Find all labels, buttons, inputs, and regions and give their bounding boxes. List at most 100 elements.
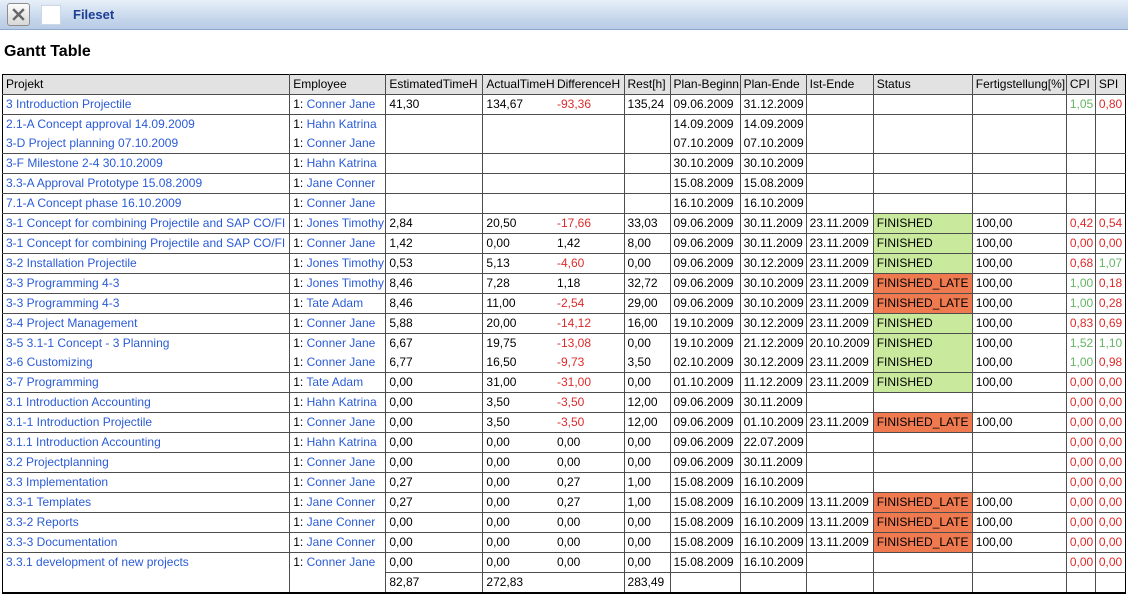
employee-link[interactable]: Conner Jane — [307, 336, 376, 350]
employee-link[interactable]: Conner Jane — [307, 475, 376, 489]
cell-projekt: 7.1-A Concept phase 16.10.2009 — [3, 194, 290, 214]
portlet-titlebar: Fileset — [0, 0, 1128, 30]
cell-plan-ende: 21.12.2009 — [740, 334, 806, 354]
employee-link[interactable]: Jones Timothy — [307, 216, 384, 230]
cell-cpi: 1,52 — [1066, 334, 1095, 354]
employee-link[interactable]: Jane Conner — [307, 535, 376, 549]
cell-differenceh: 0,00 — [554, 433, 624, 453]
employee-link[interactable]: Hahn Katrina — [307, 117, 377, 131]
cell-ist-ende: 13.11.2009 — [806, 493, 873, 513]
project-link[interactable]: 3-4 Project Management — [6, 316, 137, 330]
project-link[interactable]: 3.3-2 Reports — [6, 515, 79, 529]
table-row: 3.1 Introduction Accounting1: Hahn Katri… — [3, 393, 1126, 413]
employee-link[interactable]: Conner Jane — [307, 136, 376, 150]
cell-fertigstellung — [972, 174, 1066, 194]
employee-number: 1: — [293, 216, 306, 230]
project-link[interactable]: 3.1.1 Introduction Accounting — [6, 435, 161, 449]
project-link[interactable]: 3-1 Concept for combining Projectile and… — [6, 216, 285, 230]
project-link[interactable]: 3-1 Concept for combining Projectile and… — [6, 236, 285, 250]
cell-ist-ende: 23.11.2009 — [806, 294, 873, 314]
cell-status: FINISHED — [873, 214, 972, 234]
cell-fertigstellung: 100,00 — [972, 493, 1066, 513]
table-row: 3-1 Concept for combining Projectile and… — [3, 234, 1126, 254]
project-link[interactable]: 3.3 Implementation — [6, 475, 108, 489]
employee-number: 1: — [293, 355, 306, 369]
cell-cpi — [1066, 134, 1095, 154]
project-link[interactable]: 3-7 Programming — [6, 375, 99, 389]
project-link[interactable]: 3-3 Programming 4-3 — [6, 276, 119, 290]
employee-link[interactable]: Conner Jane — [307, 196, 376, 210]
cell-plan-ende: 30.11.2009 — [740, 453, 806, 473]
project-link[interactable]: 3.3.1 development of new projects — [6, 555, 189, 569]
project-link[interactable]: 3-5 3.1-1 Concept - 3 Planning — [6, 336, 169, 350]
employee-link[interactable]: Hahn Katrina — [307, 435, 377, 449]
table-row: 3-4 Project Management1: Conner Jane5,88… — [3, 314, 1126, 334]
cell-actualtimeh — [483, 154, 554, 174]
cell-projekt: 3.3-A Approval Prototype 15.08.2009 — [3, 174, 290, 194]
cell-status — [873, 134, 972, 154]
cell-employee: 1: Jones Timothy — [290, 214, 386, 234]
employee-link[interactable]: Conner Jane — [307, 236, 376, 250]
employee-link[interactable]: Jane Conner — [307, 515, 376, 529]
cell-employee: 1: Conner Jane — [290, 314, 386, 334]
cell-ist-ende — [806, 433, 873, 453]
cell-projekt: 3.3.1 development of new projects — [3, 553, 290, 573]
cell-fertigstellung — [972, 553, 1066, 573]
cell-cpi: 0,00 — [1066, 393, 1095, 413]
cell-actualtimeh: 0,00 — [483, 513, 554, 533]
cell-plan-ende: 11.12.2009 — [740, 373, 806, 393]
cell-plan-beginn: 09.06.2009 — [670, 274, 740, 294]
project-link[interactable]: 3.3-3 Documentation — [6, 535, 117, 549]
employee-number: 1: — [293, 475, 306, 489]
employee-link[interactable]: Conner Jane — [307, 316, 376, 330]
table-row: 3-D Project planning 07.10.20091: Conner… — [3, 134, 1126, 154]
project-link[interactable]: 3-2 Installation Projectile — [6, 256, 137, 270]
employee-link[interactable]: Jane Conner — [307, 176, 376, 190]
cell-estimatedtimeh: 8,46 — [386, 294, 483, 314]
cell-rest-h: 135,24 — [624, 95, 670, 115]
employee-link[interactable]: Tate Adam — [306, 375, 363, 389]
employee-link[interactable]: Conner Jane — [307, 355, 376, 369]
employee-link[interactable]: Hahn Katrina — [307, 395, 377, 409]
employee-link[interactable]: Hahn Katrina — [307, 156, 377, 170]
cell-estimatedtimeh: 0,27 — [386, 473, 483, 493]
restore-box-icon[interactable] — [41, 5, 61, 25]
project-link[interactable]: 3.1 Introduction Accounting — [6, 395, 151, 409]
project-link[interactable]: 3.2 Projectplanning — [6, 455, 109, 469]
cell-plan-ende: 16.10.2009 — [740, 533, 806, 553]
project-link[interactable]: 3-F Milestone 2-4 30.10.2009 — [6, 156, 163, 170]
cell-rest-h: 0,00 — [624, 373, 670, 393]
column-header-estimatedtimeh: EstimatedTimeH — [386, 75, 483, 95]
project-link[interactable]: 3-D Project planning 07.10.2009 — [6, 136, 178, 150]
cell-status: FINISHED — [873, 353, 972, 373]
project-link[interactable]: 3-3 Programming 4-3 — [6, 296, 119, 310]
employee-link[interactable]: Conner Jane — [307, 97, 376, 111]
employee-link[interactable]: Jones Timothy — [307, 256, 384, 270]
totals-cell-spi — [1095, 573, 1125, 594]
employee-link[interactable]: Jones Timothy — [307, 276, 384, 290]
project-link[interactable]: 2.1-A Concept approval 14.09.2009 — [6, 117, 195, 131]
employee-link[interactable]: Conner Jane — [307, 555, 376, 569]
totals-cell-fertigstellung — [972, 573, 1066, 594]
cell-estimatedtimeh: 0,00 — [386, 393, 483, 413]
employee-link[interactable]: Tate Adam — [306, 296, 363, 310]
cell-ist-ende — [806, 134, 873, 154]
cell-cpi: 0,83 — [1066, 314, 1095, 334]
project-link[interactable]: 3 Introduction Projectile — [6, 97, 131, 111]
cell-spi: 0,00 — [1095, 373, 1125, 393]
employee-link[interactable]: Conner Jane — [307, 415, 376, 429]
close-button[interactable] — [7, 3, 30, 26]
project-link[interactable]: 3.3-A Approval Prototype 15.08.2009 — [6, 176, 202, 190]
project-link[interactable]: 3.3-1 Templates — [6, 495, 91, 509]
cell-employee: 1: Conner Jane — [290, 413, 386, 433]
employee-number: 1: — [293, 375, 306, 389]
project-link[interactable]: 3.1-1 Introduction Projectile — [6, 415, 152, 429]
employee-link[interactable]: Jane Conner — [307, 495, 376, 509]
gantt-table: ProjektEmployeeEstimatedTimeHActualTimeH… — [2, 74, 1126, 594]
project-link[interactable]: 7.1-A Concept phase 16.10.2009 — [6, 196, 181, 210]
cell-fertigstellung — [972, 134, 1066, 154]
employee-link[interactable]: Conner Jane — [307, 455, 376, 469]
cell-cpi: 1,05 — [1066, 95, 1095, 115]
project-link[interactable]: 3-6 Customizing — [6, 355, 93, 369]
cell-differenceh: 0,00 — [554, 453, 624, 473]
